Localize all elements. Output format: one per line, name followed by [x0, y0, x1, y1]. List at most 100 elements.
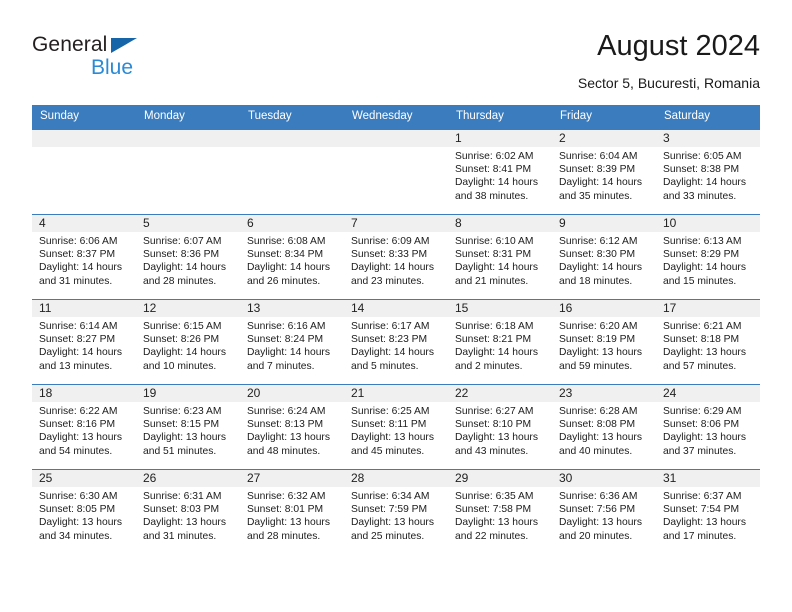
calendar-day-cell[interactable]: 5 Sunrise: 6:07 AM Sunset: 8:36 PM Daylight… — [136, 214, 240, 300]
daylight-duration: Daylight: 14 hours and 33 minutes. — [663, 177, 746, 202]
sunset-time: Sunset: 8:15 PM — [143, 419, 220, 431]
sunrise-time: Sunrise: 6:37 AM — [663, 491, 742, 502]
day-number: 4 — [32, 215, 136, 232]
calendar-day-cell[interactable]: 30 Sunrise: 6:36 AM Sunset: 7:56 PM Dayligh… — [552, 469, 656, 554]
sunset-time: Sunset: 8:03 PM — [143, 504, 220, 516]
calendar-day-cell[interactable]: 27 Sunrise: 6:32 AM Sunset: 8:01 PM Dayligh… — [240, 469, 344, 554]
day-number: 21 — [344, 385, 448, 402]
daylight-duration: Daylight: 14 hours and 38 minutes. — [455, 177, 538, 202]
calendar-day-cell[interactable]: 20 Sunrise: 6:24 AM Sunset: 8:13 PM Dayligh… — [240, 384, 344, 470]
sunrise-time: Sunrise: 6:23 AM — [143, 406, 222, 417]
sunset-time: Sunset: 8:26 PM — [143, 334, 220, 346]
triangle-icon — [111, 38, 137, 53]
calendar-day-cell[interactable]: 17 Sunrise: 6:21 AM Sunset: 8:18 PM Dayligh… — [656, 299, 760, 385]
daylight-duration: Daylight: 14 hours and 26 minutes. — [247, 262, 330, 287]
sunset-time: Sunset: 8:21 PM — [455, 334, 532, 346]
sunset-time: Sunset: 8:27 PM — [39, 334, 116, 346]
sunrise-time: Sunrise: 6:24 AM — [247, 406, 326, 417]
day-number: 10 — [656, 215, 760, 232]
calendar-day-cell[interactable]: 25 Sunrise: 6:30 AM Sunset: 8:05 PM Dayligh… — [32, 469, 136, 554]
calendar-day-cell[interactable]: 4 Sunrise: 6:06 AM Sunset: 8:37 PM Daylight… — [32, 214, 136, 300]
day-details: Sunrise: 6:14 AM Sunset: 8:27 PM Daylight:… — [32, 317, 136, 373]
sunrise-time: Sunrise: 6:35 AM — [455, 491, 534, 502]
day-number: 5 — [136, 215, 240, 232]
calendar-day-cell[interactable]: 19 Sunrise: 6:23 AM Sunset: 8:15 PM Dayligh… — [136, 384, 240, 470]
day-details: Sunrise: 6:06 AM Sunset: 8:37 PM Daylight:… — [32, 232, 136, 288]
day-number: 26 — [136, 470, 240, 487]
day-number: 7 — [344, 215, 448, 232]
general-blue-logo[interactable]: General Blue — [32, 34, 262, 90]
calendar-day-cell[interactable]: 16 Sunrise: 6:20 AM Sunset: 8:19 PM Dayligh… — [552, 299, 656, 385]
calendar-day-cell[interactable]: 24 Sunrise: 6:29 AM Sunset: 8:06 PM Dayligh… — [656, 384, 760, 470]
day-number: 3 — [656, 130, 760, 147]
day-number: 29 — [448, 470, 552, 487]
day-details: Sunrise: 6:30 AM Sunset: 8:05 PM Daylight:… — [32, 487, 136, 543]
calendar-day-cell[interactable]: 22 Sunrise: 6:27 AM Sunset: 8:10 PM Dayligh… — [448, 384, 552, 470]
sunset-time: Sunset: 7:59 PM — [351, 504, 428, 516]
daylight-duration: Daylight: 14 hours and 21 minutes. — [455, 262, 538, 287]
day-details: Sunrise: 6:12 AM Sunset: 8:30 PM Daylight:… — [552, 232, 656, 288]
day-number — [240, 130, 344, 147]
calendar-day-cell[interactable]: 2 Sunrise: 6:04 AM Sunset: 8:39 PM Daylight… — [552, 129, 656, 215]
day-number: 13 — [240, 300, 344, 317]
day-details: Sunrise: 6:16 AM Sunset: 8:24 PM Daylight:… — [240, 317, 344, 373]
calendar-day-cell[interactable]: 29 Sunrise: 6:35 AM Sunset: 7:58 PM Dayligh… — [448, 469, 552, 554]
page-subtitle: Sector 5, Bucuresti, Romania — [577, 75, 760, 91]
sunrise-time: Sunrise: 6:17 AM — [351, 321, 430, 332]
sunrise-time: Sunrise: 6:28 AM — [559, 406, 638, 417]
daylight-duration: Daylight: 13 hours and 31 minutes. — [143, 517, 226, 542]
calendar-day-cell[interactable]: 7 Sunrise: 6:09 AM Sunset: 8:33 PM Daylight… — [344, 214, 448, 300]
page-header: General Blue August 2024 Sector 5, Bucur… — [32, 28, 760, 96]
calendar-day-cell[interactable]: 1 Sunrise: 6:02 AM Sunset: 8:41 PM Daylight… — [448, 129, 552, 215]
sunset-time: Sunset: 8:10 PM — [455, 419, 532, 431]
weekday-header-thursday: Thursday — [448, 105, 552, 130]
day-details: Sunrise: 6:05 AM Sunset: 8:38 PM Daylight:… — [656, 147, 760, 203]
calendar-day-cell[interactable]: 15 Sunrise: 6:18 AM Sunset: 8:21 PM Dayligh… — [448, 299, 552, 385]
sunset-time: Sunset: 8:39 PM — [559, 164, 636, 176]
day-details: Sunrise: 6:29 AM Sunset: 8:06 PM Daylight:… — [656, 402, 760, 458]
sunrise-time: Sunrise: 6:31 AM — [143, 491, 222, 502]
calendar-day-cell[interactable]: 12 Sunrise: 6:15 AM Sunset: 8:26 PM Dayligh… — [136, 299, 240, 385]
calendar-day-cell[interactable]: 9 Sunrise: 6:12 AM Sunset: 8:30 PM Daylight… — [552, 214, 656, 300]
calendar-day-cell[interactable]: 14 Sunrise: 6:17 AM Sunset: 8:23 PM Dayligh… — [344, 299, 448, 385]
calendar-week-row: 18 Sunrise: 6:22 AM Sunset: 8:16 PM Dayligh… — [32, 384, 760, 470]
sunrise-time: Sunrise: 6:15 AM — [143, 321, 222, 332]
sunrise-time: Sunrise: 6:29 AM — [663, 406, 742, 417]
day-details: Sunrise: 6:31 AM Sunset: 8:03 PM Daylight:… — [136, 487, 240, 543]
sunrise-time: Sunrise: 6:09 AM — [351, 236, 430, 247]
day-number: 27 — [240, 470, 344, 487]
sunrise-time: Sunrise: 6:34 AM — [351, 491, 430, 502]
calendar-day-cell[interactable]: 23 Sunrise: 6:28 AM Sunset: 8:08 PM Dayligh… — [552, 384, 656, 470]
day-number: 1 — [448, 130, 552, 147]
day-details: Sunrise: 6:22 AM Sunset: 8:16 PM Daylight:… — [32, 402, 136, 458]
sunset-time: Sunset: 8:33 PM — [351, 249, 428, 261]
daylight-duration: Daylight: 13 hours and 48 minutes. — [247, 432, 330, 457]
daylight-duration: Daylight: 13 hours and 22 minutes. — [455, 517, 538, 542]
calendar-header-row: Sunday Monday Tuesday Wednesday Thursday… — [32, 105, 760, 130]
calendar-day-cell-empty — [240, 129, 344, 215]
sunrise-time: Sunrise: 6:30 AM — [39, 491, 118, 502]
calendar-day-cell[interactable]: 10 Sunrise: 6:13 AM Sunset: 8:29 PM Dayligh… — [656, 214, 760, 300]
calendar-day-cell[interactable]: 31 Sunrise: 6:37 AM Sunset: 7:54 PM Dayligh… — [656, 469, 760, 554]
daylight-duration: Daylight: 13 hours and 34 minutes. — [39, 517, 122, 542]
calendar-day-cell[interactable]: 21 Sunrise: 6:25 AM Sunset: 8:11 PM Dayligh… — [344, 384, 448, 470]
sunset-time: Sunset: 8:06 PM — [663, 419, 740, 431]
calendar-day-cell[interactable]: 26 Sunrise: 6:31 AM Sunset: 8:03 PM Dayligh… — [136, 469, 240, 554]
calendar-day-cell[interactable]: 28 Sunrise: 6:34 AM Sunset: 7:59 PM Dayligh… — [344, 469, 448, 554]
calendar-day-cell[interactable]: 6 Sunrise: 6:08 AM Sunset: 8:34 PM Daylight… — [240, 214, 344, 300]
calendar-day-cell[interactable]: 8 Sunrise: 6:10 AM Sunset: 8:31 PM Daylight… — [448, 214, 552, 300]
calendar-day-cell[interactable]: 11 Sunrise: 6:14 AM Sunset: 8:27 PM Dayligh… — [32, 299, 136, 385]
daylight-duration: Daylight: 13 hours and 17 minutes. — [663, 517, 746, 542]
day-number: 14 — [344, 300, 448, 317]
calendar-day-cell[interactable]: 18 Sunrise: 6:22 AM Sunset: 8:16 PM Dayligh… — [32, 384, 136, 470]
calendar-day-cell[interactable]: 3 Sunrise: 6:05 AM Sunset: 8:38 PM Daylight… — [656, 129, 760, 215]
sunset-time: Sunset: 8:29 PM — [663, 249, 740, 261]
daylight-duration: Daylight: 13 hours and 28 minutes. — [247, 517, 330, 542]
calendar-day-cell[interactable]: 13 Sunrise: 6:16 AM Sunset: 8:24 PM Dayligh… — [240, 299, 344, 385]
sunset-time: Sunset: 8:18 PM — [663, 334, 740, 346]
sunset-time: Sunset: 8:41 PM — [455, 164, 532, 176]
daylight-duration: Daylight: 14 hours and 10 minutes. — [143, 347, 226, 372]
day-details: Sunrise: 6:20 AM Sunset: 8:19 PM Daylight:… — [552, 317, 656, 373]
daylight-duration: Daylight: 13 hours and 25 minutes. — [351, 517, 434, 542]
sunrise-time: Sunrise: 6:20 AM — [559, 321, 638, 332]
